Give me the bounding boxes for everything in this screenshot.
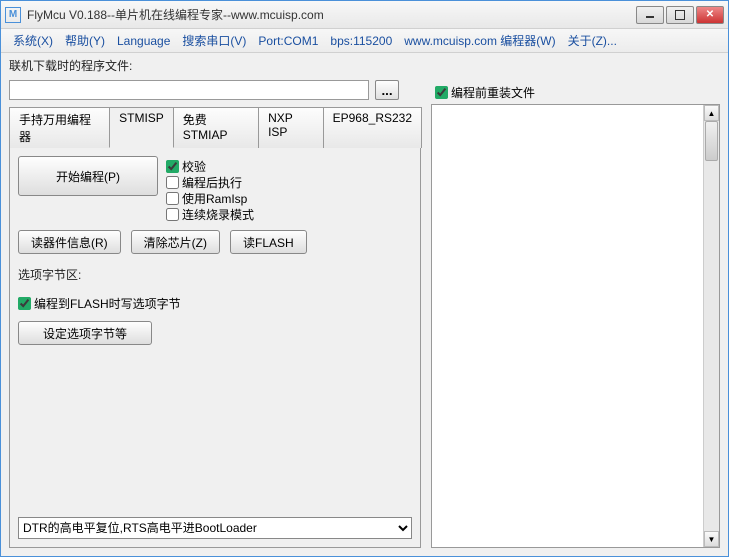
reset-mode-select[interactable]: DTR的高电平复位,RTS高电平进BootLoader (18, 517, 412, 539)
check-flash-option-input[interactable] (18, 297, 31, 310)
app-window: M FlyMcu V0.188--单片机在线编程专家--www.mcuisp.c… (0, 0, 729, 557)
menu-system[interactable]: 系统(X) (7, 29, 59, 52)
titlebar: M FlyMcu V0.188--单片机在线编程专家--www.mcuisp.c… (1, 1, 728, 29)
set-option-bytes-button[interactable]: 设定选项字节等 (18, 321, 152, 345)
left-pane: ... 手持万用编程器 STMISP 免费STMIAP NXP ISP EP96… (9, 80, 421, 548)
check-continuous[interactable]: 连续烧录模式 (166, 206, 254, 222)
content-area: 联机下载时的程序文件: ... 手持万用编程器 STMISP 免费STMIAP … (1, 53, 728, 556)
minimize-button[interactable] (636, 6, 664, 24)
file-path-input[interactable] (9, 80, 369, 100)
menu-search-port[interactable]: 搜索串口(V) (176, 29, 252, 52)
check-verify[interactable]: 校验 (166, 158, 254, 174)
scroll-down-icon[interactable]: ▼ (704, 531, 719, 547)
menu-bps[interactable]: bps:115200 (324, 31, 398, 51)
log-scrollbar[interactable]: ▲ ▼ (703, 105, 719, 547)
window-controls: ✕ (636, 6, 724, 24)
check-run-after[interactable]: 编程后执行 (166, 174, 254, 190)
browse-button[interactable]: ... (375, 80, 399, 100)
scroll-up-icon[interactable]: ▲ (704, 105, 719, 121)
menubar: 系统(X) 帮助(Y) Language 搜索串口(V) Port:COM1 b… (1, 29, 728, 53)
maximize-button[interactable] (666, 6, 694, 24)
read-flash-button[interactable]: 读FLASH (230, 230, 307, 254)
log-output[interactable] (432, 105, 703, 547)
menu-port[interactable]: Port:COM1 (252, 31, 324, 51)
app-icon: M (5, 7, 21, 23)
tab-handheld[interactable]: 手持万用编程器 (9, 107, 110, 148)
tab-strip: 手持万用编程器 STMISP 免费STMIAP NXP ISP EP968_RS… (9, 107, 421, 148)
close-button[interactable]: ✕ (696, 6, 724, 24)
read-device-info-button[interactable]: 读器件信息(R) (18, 230, 121, 254)
file-input-row: ... (9, 80, 421, 100)
right-pane: 编程前重装文件 ▲ ▼ (431, 80, 720, 548)
reset-mode-row: DTR的高电平复位,RTS高电平进BootLoader (18, 517, 412, 539)
start-program-button[interactable]: 开始编程(P) (18, 156, 158, 196)
file-label: 联机下载时的程序文件: (9, 57, 132, 74)
check-verify-input[interactable] (166, 160, 179, 173)
menu-site[interactable]: www.mcuisp.com 编程器(W) (398, 29, 561, 52)
tab-stmiap[interactable]: 免费STMIAP (173, 107, 259, 148)
check-use-ramisp[interactable]: 使用RamIsp (166, 190, 254, 206)
window-title: FlyMcu V0.188--单片机在线编程专家--www.mcuisp.com (27, 6, 636, 23)
check-reload-file-input[interactable] (435, 86, 448, 99)
menu-about[interactable]: 关于(Z)... (562, 29, 623, 52)
tab-panel-stmisp: 开始编程(P) 校验 编程后执行 (9, 147, 421, 548)
check-run-after-input[interactable] (166, 176, 179, 189)
erase-chip-button[interactable]: 清除芯片(Z) (131, 230, 220, 254)
check-reload-file[interactable]: 编程前重装文件 (435, 84, 535, 101)
scroll-thumb[interactable] (705, 121, 718, 161)
program-options: 校验 编程后执行 使用RamIsp (166, 156, 254, 222)
file-label-row: 联机下载时的程序文件: (9, 57, 720, 74)
tab-stmisp[interactable]: STMISP (109, 107, 174, 148)
check-flash-option[interactable]: 编程到FLASH时写选项字节 (18, 295, 181, 312)
log-output-box: ▲ ▼ (431, 104, 720, 548)
tab-nxpisp[interactable]: NXP ISP (258, 107, 324, 148)
tab-ep968[interactable]: EP968_RS232 (323, 107, 422, 148)
option-bytes-label: 选项字节区: (18, 266, 412, 283)
menu-help[interactable]: 帮助(Y) (59, 29, 111, 52)
menu-language[interactable]: Language (111, 31, 176, 51)
check-use-ramisp-input[interactable] (166, 192, 179, 205)
check-continuous-input[interactable] (166, 208, 179, 221)
